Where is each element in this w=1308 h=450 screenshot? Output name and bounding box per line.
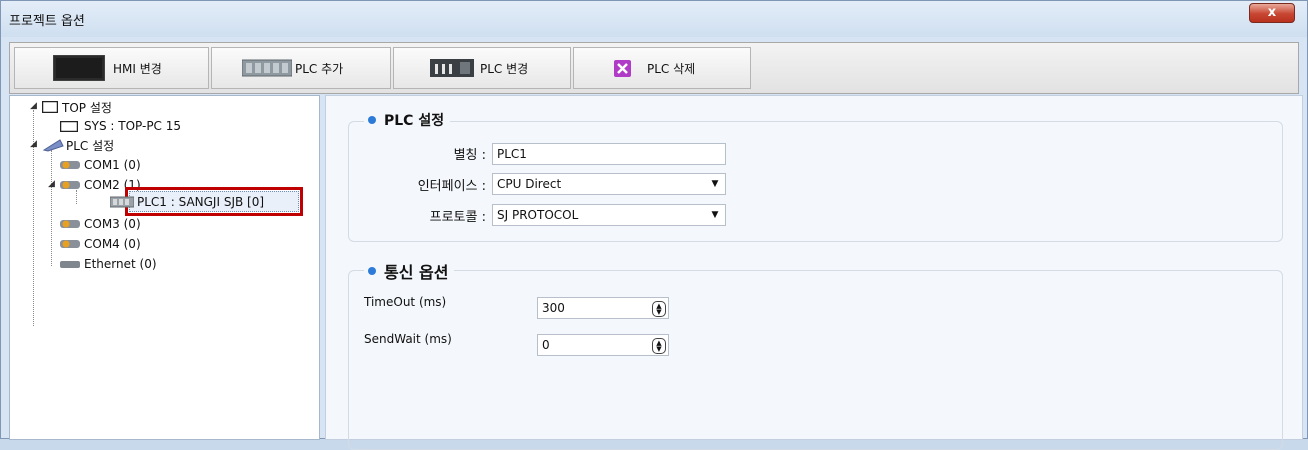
plc-add-button[interactable]: PLC 추가 xyxy=(211,47,391,89)
top-panel-icon xyxy=(42,101,58,113)
timeout-label: TimeOut (ms) xyxy=(364,295,447,309)
com-port-icon xyxy=(60,220,80,228)
collapse-arrow-icon[interactable]: ◢ xyxy=(30,101,37,111)
sendwait-label: SendWait (ms) xyxy=(364,332,452,346)
plc-change-label: PLC 변경 xyxy=(480,61,529,76)
bullet-icon xyxy=(368,116,376,124)
protocol-label: 프로토콜 : xyxy=(429,210,486,225)
alias-input[interactable]: PLC1 xyxy=(492,143,726,165)
tree-item-plc1[interactable]: PLC1 : SANGJI SJB [0] xyxy=(110,193,264,211)
plc-delete-label: PLC 삭제 xyxy=(647,61,696,76)
ethernet-icon xyxy=(60,261,80,268)
plc-settings-title: PLC 설정 xyxy=(364,109,451,131)
close-button[interactable]: x xyxy=(1249,3,1295,23)
interface-label: 인터페이스 : xyxy=(417,179,486,194)
delete-x-icon xyxy=(614,59,631,77)
comm-options-group xyxy=(348,270,1283,450)
alias-label: 별칭 : xyxy=(453,148,486,163)
dropdown-arrow-icon[interactable]: ▼ xyxy=(705,205,725,225)
plc-add-label: PLC 추가 xyxy=(295,61,344,76)
hmi-change-button[interactable]: HMI 변경 xyxy=(14,47,209,89)
timeout-value: 300 xyxy=(542,301,565,315)
plc-device-icon xyxy=(110,196,134,208)
interface-selected-value: CPU Direct xyxy=(497,177,562,191)
com-port-icon xyxy=(60,181,80,189)
plc-rack-icon xyxy=(242,59,292,77)
plc-change-button[interactable]: PLC 변경 xyxy=(393,47,571,89)
collapse-arrow-icon[interactable]: ◢ xyxy=(30,139,37,149)
com-port-icon xyxy=(60,240,80,248)
plc-network-icon xyxy=(42,139,64,152)
sendwait-spinbox[interactable]: 0 ▲ ▼ xyxy=(537,334,669,356)
title-bar: 프로젝트 옵션 x xyxy=(1,1,1307,37)
com-port-icon xyxy=(60,161,80,169)
tree-item-ethernet[interactable]: Ethernet (0) xyxy=(60,255,157,273)
comm-options-title: 통신 옵션 xyxy=(364,259,455,283)
hmi-change-label: HMI 변경 xyxy=(113,61,162,76)
toolbar: HMI 변경 PLC 추가 PLC 변경 PLC 삭제 xyxy=(9,42,1299,94)
collapse-arrow-icon[interactable]: ◢ xyxy=(48,179,55,189)
protocol-selected-value: SJ PROTOCOL xyxy=(497,208,579,222)
settings-panel: PLC 설정 별칭 : PLC1 인터페이스 : CPU Direct ▼ 프로… xyxy=(325,95,1303,450)
tree-item-top-setting[interactable]: ◢ TOP 설정 xyxy=(30,98,112,116)
interface-select[interactable]: CPU Direct ▼ xyxy=(492,173,726,195)
window-title: 프로젝트 옵션 xyxy=(9,14,85,29)
tree-item-com1[interactable]: COM1 (0) xyxy=(60,156,141,174)
plc-settings-group xyxy=(348,121,1283,242)
tree-connector-line xyxy=(51,150,52,266)
timeout-spinbox[interactable]: 300 ▲ ▼ xyxy=(537,297,669,319)
tree-item-plc-setting[interactable]: ◢ PLC 설정 xyxy=(30,136,114,154)
tree-item-com4[interactable]: COM4 (0) xyxy=(60,235,141,253)
project-options-window: 프로젝트 옵션 x HMI 변경 PLC 추가 PLC 변경 PLC 삭제 ◢ … xyxy=(0,0,1308,450)
plc-delete-button[interactable]: PLC 삭제 xyxy=(573,47,751,89)
hmi-monitor-icon xyxy=(53,55,105,81)
tree-item-com3[interactable]: COM3 (0) xyxy=(60,215,141,233)
protocol-select[interactable]: SJ PROTOCOL ▼ xyxy=(492,204,726,226)
plc-module-icon xyxy=(430,59,474,77)
tree-item-sys[interactable]: SYS : TOP-PC 15 xyxy=(60,117,181,135)
sys-panel-icon xyxy=(60,120,78,132)
dropdown-arrow-icon[interactable]: ▼ xyxy=(705,174,725,194)
sendwait-value: 0 xyxy=(542,338,550,352)
spin-up-down-icon[interactable]: ▲ ▼ xyxy=(652,338,666,354)
bullet-icon xyxy=(368,267,376,275)
project-tree: ◢ TOP 설정 SYS : TOP-PC 15 ◢ PLC 설정 COM1 (… xyxy=(9,95,320,440)
spin-up-down-icon[interactable]: ▲ ▼ xyxy=(652,301,666,317)
